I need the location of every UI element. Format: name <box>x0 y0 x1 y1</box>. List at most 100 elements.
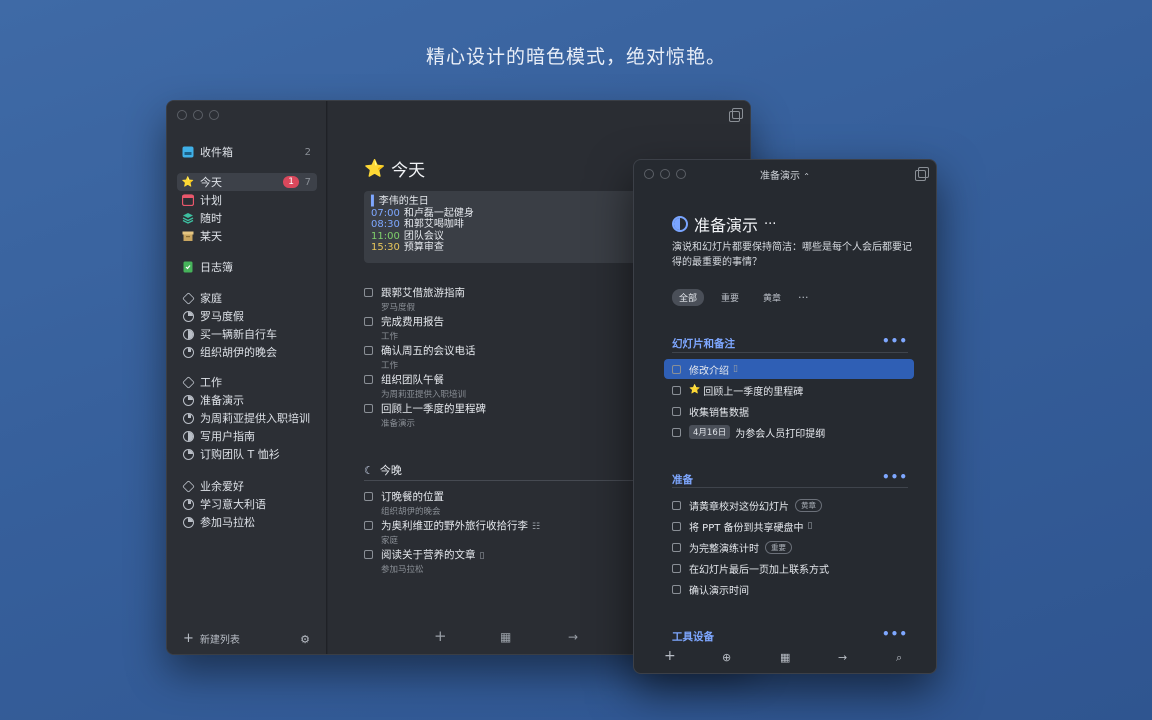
sidebar-project[interactable]: 组织胡伊的晚会 <box>177 343 317 361</box>
close-button[interactable] <box>177 110 187 120</box>
sidebar-item-someday[interactable]: 某天 <box>177 227 317 245</box>
task-checkbox[interactable] <box>672 427 681 437</box>
heading-divider <box>672 487 908 488</box>
more-filters-icon[interactable]: ··· <box>798 291 809 304</box>
filter-all[interactable]: 全部 <box>672 289 705 306</box>
move-arrow-icon[interactable]: → <box>568 630 578 644</box>
heading-slides[interactable]: 幻灯片和备注 ••• <box>672 334 908 351</box>
task-row[interactable]: 阅读关于营养的文章 ▯ 参加马拉松 <box>364 547 484 575</box>
calendar-event: 07:00 和卢磊一起健身 <box>371 208 637 220</box>
sidebar-item-logbook[interactable]: 日志簿 <box>177 258 317 276</box>
duplicate-window-icon[interactable] <box>915 167 929 181</box>
task-checkbox[interactable] <box>672 385 681 395</box>
task-project: 准备演示 <box>381 419 416 429</box>
task-row[interactable]: 订晚餐的位置 组织胡伊的晚会 <box>364 489 444 517</box>
task-checkbox[interactable] <box>364 346 373 355</box>
task-checkbox[interactable] <box>672 563 681 573</box>
sidebar-item-label: 某天 <box>200 230 222 243</box>
task-checkbox[interactable] <box>364 550 373 559</box>
task-row[interactable]: 将 PPT 备份到共享硬盘中 ▯ <box>664 516 914 536</box>
heading-more-icon[interactable]: ••• <box>882 334 908 348</box>
task-row[interactable]: 完成费用报告 工作 <box>364 314 444 342</box>
duplicate-window-icon[interactable] <box>729 108 743 122</box>
task-row[interactable]: 确认周五的会议电话 工作 <box>364 343 476 371</box>
add-task-icon[interactable]: + <box>434 627 447 645</box>
task-row[interactable]: 为完整演练计时 重要 <box>664 537 914 557</box>
task-title: 回顾上一季度的里程碑 <box>703 386 804 398</box>
project-title-text[interactable]: 准备演示 <box>694 212 758 236</box>
more-icon[interactable]: ··· <box>764 217 776 232</box>
calendar-icon <box>182 194 194 206</box>
filter-settings-icon[interactable]: ⚙ <box>300 633 310 646</box>
new-list-button[interactable]: + 新建列表 <box>183 631 240 646</box>
task-checkbox[interactable] <box>364 404 373 413</box>
sidebar-area-family[interactable]: 家庭 <box>177 289 317 307</box>
sidebar-area-work[interactable]: 工作 <box>177 373 317 391</box>
task-row[interactable]: 请黄章校对这份幻灯片 黄章 <box>664 495 914 515</box>
task-row[interactable]: 跟郭艾借旅游指南 罗马度假 <box>364 285 465 313</box>
note-icon: ▯ <box>479 551 485 561</box>
sidebar-project[interactable]: 准备演示 <box>177 391 317 409</box>
task-checkbox[interactable] <box>672 584 681 594</box>
sidebar-project[interactable]: 参加马拉松 <box>177 513 317 531</box>
filter-important[interactable]: 重要 <box>714 289 746 306</box>
project-progress-icon <box>182 310 194 322</box>
filter-huangzhang[interactable]: 黄章 <box>756 289 788 306</box>
heading-more-icon[interactable]: ••• <box>882 470 908 484</box>
task-row[interactable]: 回顾上一季度的里程碑 准备演示 <box>364 401 486 429</box>
sidebar-project[interactable]: 罗马度假 <box>177 307 317 325</box>
sidebar-item-anytime[interactable]: 随时 <box>177 209 317 227</box>
task-row[interactable]: 收集销售数据 <box>664 401 914 421</box>
task-row[interactable]: 为奥利维亚的野外旅行收拾行李 ☷ 家庭 <box>364 518 540 546</box>
sidebar-item-label: 随时 <box>200 212 222 225</box>
task-row[interactable]: 确认演示时间 <box>664 579 914 599</box>
task-checkbox[interactable] <box>364 521 373 530</box>
sidebar-project[interactable]: 订购团队 T 恤衫 <box>177 445 317 463</box>
task-checkbox[interactable] <box>672 521 681 531</box>
task-checkbox[interactable] <box>672 364 681 374</box>
task-row[interactable]: 组织团队午餐 为周莉亚提供入职培训 <box>364 372 466 400</box>
task-checkbox[interactable] <box>672 406 681 416</box>
headline: 精心设计的暗色模式，绝对惊艳。 <box>425 46 726 68</box>
sidebar-item-label: 参加马拉松 <box>200 516 255 529</box>
sidebar-project[interactable]: 学习意大利语 <box>177 495 317 513</box>
sidebar-project[interactable]: 为周莉亚提供入职培训 <box>177 409 317 427</box>
calendar-events: ▍李伟的生日 07:00 和卢磊一起健身 08:30 和郭艾喝咖啡 11:00 团队会… <box>364 191 644 263</box>
add-task-icon[interactable]: + <box>664 648 676 664</box>
task-checkbox[interactable] <box>364 375 373 384</box>
task-checkbox[interactable] <box>364 317 373 326</box>
zoom-button[interactable] <box>209 110 219 120</box>
sidebar-item-label: 收件箱 <box>200 146 233 159</box>
sidebar-item-today[interactable]: ⭐ 今天 1 7 <box>177 173 317 191</box>
minimize-button[interactable] <box>193 110 203 120</box>
heading-equipment[interactable]: 工具设备 ••• <box>672 627 908 644</box>
sidebar-item-label: 写用户指南 <box>200 430 255 443</box>
page-title-text: 今天 <box>391 161 426 181</box>
sidebar-project[interactable]: 买一辆新自行车 <box>177 325 317 343</box>
calendar-icon[interactable]: ▦ <box>780 651 790 664</box>
sidebar-item-upcoming[interactable]: 计划 <box>177 191 317 209</box>
task-checkbox[interactable] <box>672 500 681 510</box>
event-time: 15:30 <box>371 242 400 253</box>
heading-prepare[interactable]: 准备 ••• <box>672 470 908 487</box>
move-arrow-icon[interactable]: → <box>838 651 847 664</box>
today-count: 7 <box>304 176 311 188</box>
task-title: 为完整演练计时 <box>689 543 759 555</box>
task-row[interactable]: 修改介绍 ▯ <box>664 359 914 379</box>
task-checkbox[interactable] <box>364 492 373 501</box>
sidebar-item-inbox[interactable]: 收件箱 2 <box>177 143 317 161</box>
heading-more-icon[interactable]: ••• <box>882 627 908 641</box>
project-notes[interactable]: 演说和幻灯片都要保持简洁：哪些是每个人会后都要记得的最重要的事情？ <box>672 240 912 270</box>
task-checkbox[interactable] <box>364 288 373 297</box>
calendar-icon[interactable]: ▦ <box>500 630 511 644</box>
add-heading-icon[interactable]: ⊕ <box>722 651 731 664</box>
sidebar-project[interactable]: 写用户指南 <box>177 427 317 445</box>
task-row[interactable]: 4月16日 为参会人员打印提纲 <box>664 422 914 442</box>
task-row[interactable]: ⭐ 回顾上一季度的里程碑 <box>664 380 914 400</box>
search-icon[interactable]: ⌕ <box>896 651 902 665</box>
window-title-menu[interactable]: 准备演示 ⌃ <box>634 167 936 182</box>
task-checkbox[interactable] <box>672 542 681 552</box>
task-row[interactable]: 在幻灯片最后一页加上联系方式 <box>664 558 914 578</box>
sidebar-area-hobbies[interactable]: 业余爱好 <box>177 477 317 495</box>
task-title: 修改介绍 <box>689 365 729 377</box>
